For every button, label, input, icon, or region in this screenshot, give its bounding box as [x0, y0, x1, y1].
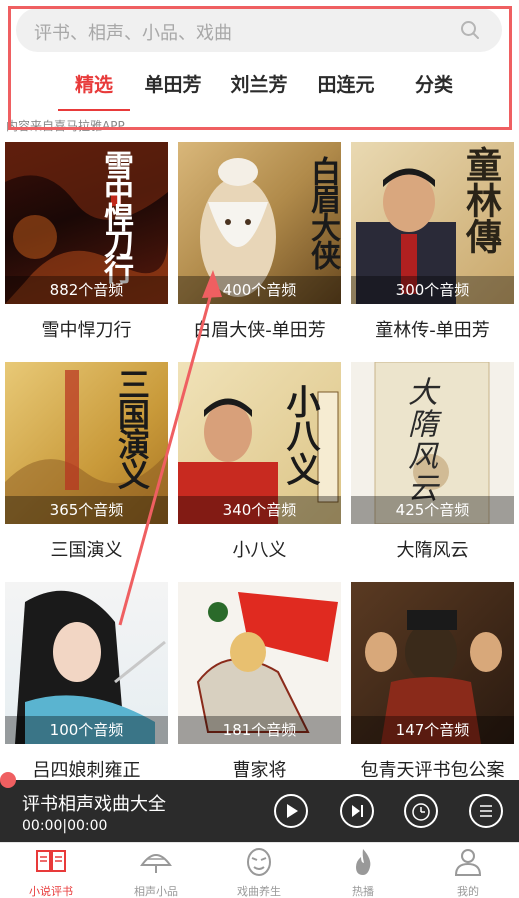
album-title: 吕四娘刺雍正	[32, 760, 141, 781]
cover-title-text: 大隋风云	[402, 376, 437, 504]
opera-mask-icon	[247, 848, 271, 876]
mini-player[interactable]: 评书相声戏曲大全 00:00|00:00	[0, 780, 519, 842]
album-cover[interactable]: 100个音频	[5, 582, 168, 744]
nav-label: 小说评书	[29, 885, 73, 898]
cover-title-text: 小八义	[280, 384, 320, 486]
cover-title-text: 雪中悍刀行	[98, 150, 133, 280]
timer-button[interactable]	[404, 794, 438, 828]
player-indicator-dot	[0, 772, 16, 788]
album-card[interactable]: 147个音频 包青天评书包公案	[351, 582, 514, 782]
album-title: 大隋风云	[396, 540, 469, 561]
album-card[interactable]: 大隋风云 425个音频 大隋风云	[351, 362, 514, 562]
album-title: 曹家将	[232, 760, 287, 781]
album-card[interactable]: 181个音频 曹家将	[178, 582, 341, 782]
nav-item-profile[interactable]: 我的	[423, 847, 513, 898]
nav-item-novels[interactable]: 小说评书	[6, 847, 96, 898]
fan-icon	[140, 854, 172, 873]
album-card[interactable]: 童林傳 300个音频 童林传-单田芳	[351, 142, 514, 342]
album-cover[interactable]: 白眉大侠 400个音频	[178, 142, 341, 304]
audio-count: 400个音频	[178, 276, 341, 304]
album-title: 三国演义	[50, 540, 123, 561]
album-cover[interactable]: 小八义 340个音频	[178, 362, 341, 524]
album-title: 小八义	[232, 540, 287, 561]
app-screen: 评书、相声、小品、戏曲 精选 单田芳 刘兰芳 田连元 分类 内容来自喜马拉雅AP…	[0, 0, 519, 898]
audio-count: 882个音频	[5, 276, 168, 304]
album-title: 雪中悍刀行	[41, 320, 132, 341]
album-title: 白眉大侠-单田芳	[193, 320, 326, 341]
nav-item-comedy[interactable]: 相声小品	[111, 847, 201, 898]
album-cover[interactable]: 童林傳 300个音频	[351, 142, 514, 304]
skip-next-icon	[352, 805, 363, 817]
audio-count: 300个音频	[351, 276, 514, 304]
album-cover[interactable]: 三国演义 365个音频	[5, 362, 168, 524]
album-card[interactable]: 雪中悍刀行 882个音频 雪中悍刀行	[5, 142, 168, 342]
flame-icon	[356, 849, 371, 875]
nav-label: 我的	[457, 885, 479, 898]
nav-item-trending[interactable]: 热播	[318, 847, 408, 898]
nav-label: 热播	[352, 885, 374, 898]
audio-count: 340个音频	[178, 496, 341, 524]
cover-title-text: 三国演义	[113, 368, 151, 488]
album-cover[interactable]: 大隋风云 425个音频	[351, 362, 514, 524]
album-cover[interactable]: 181个音频	[178, 582, 341, 744]
nav-label: 戏曲养生	[237, 885, 281, 898]
audio-count: 425个音频	[351, 496, 514, 524]
nav-item-opera[interactable]: 戏曲养生	[214, 847, 304, 898]
player-time: 00:00|00:00	[22, 818, 108, 834]
player-title: 评书相声戏曲大全	[22, 794, 166, 815]
nav-label: 相声小品	[134, 885, 178, 898]
audio-count: 181个音频	[178, 716, 341, 744]
alarm-clock-icon	[412, 803, 430, 821]
album-card[interactable]: 小八义 340个音频 小八义	[178, 362, 341, 562]
album-cover[interactable]: 147个音频	[351, 582, 514, 744]
audio-count: 147个音频	[351, 716, 514, 744]
bottom-nav: 小说评书 相声小品 戏曲养生 热播 我的	[0, 842, 519, 898]
next-button[interactable]	[340, 794, 374, 828]
audio-count: 100个音频	[5, 716, 168, 744]
highlight-box	[8, 6, 512, 130]
user-icon	[454, 849, 482, 876]
playlist-button[interactable]	[469, 794, 503, 828]
album-card[interactable]: 100个音频 吕四娘刺雍正	[5, 582, 168, 782]
album-card[interactable]: 三国演义 365个音频 三国演义	[5, 362, 168, 562]
album-title: 包青天评书包公案	[360, 760, 505, 781]
audio-count: 365个音频	[5, 496, 168, 524]
play-button[interactable]	[274, 794, 308, 828]
album-title: 童林传-单田芳	[375, 320, 490, 341]
cover-title-text: 童林傳	[460, 146, 502, 254]
cover-title-text: 白眉大侠	[305, 156, 340, 268]
book-icon	[36, 850, 66, 872]
menu-icon	[480, 805, 492, 817]
play-icon	[287, 804, 298, 818]
album-cover[interactable]: 雪中悍刀行 882个音频	[5, 142, 168, 304]
album-card[interactable]: 白眉大侠 400个音频 白眉大侠-单田芳	[178, 142, 341, 342]
